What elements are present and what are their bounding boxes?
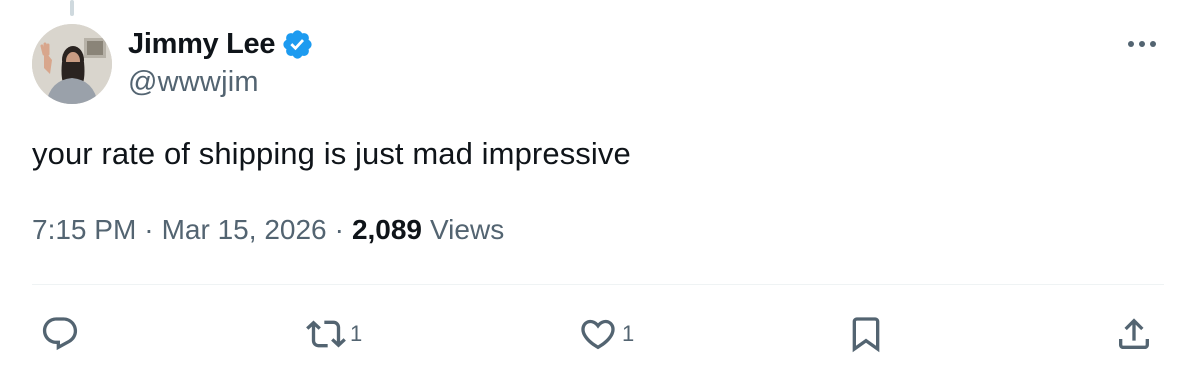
bookmark-icon — [852, 317, 880, 353]
meta-separator: · — [144, 214, 154, 245]
author-block: Jimmy Lee @wwwjim — [128, 24, 314, 99]
divider — [32, 284, 1164, 285]
reply-button[interactable] — [40, 306, 84, 362]
author-display-name[interactable]: Jimmy Lee — [128, 28, 276, 61]
like-icon — [581, 319, 615, 350]
author-handle[interactable]: @wwwjim — [128, 66, 314, 99]
avatar[interactable] — [32, 24, 112, 104]
thread-connector-line — [70, 0, 74, 16]
share-button[interactable] — [1114, 306, 1154, 362]
views-count[interactable]: 2,089 — [352, 214, 422, 246]
more-options-button[interactable] — [1124, 30, 1160, 58]
reply-icon — [42, 317, 78, 351]
like-count: 1 — [622, 321, 635, 346]
share-icon — [1119, 318, 1149, 349]
like-button[interactable]: 1 — [578, 306, 634, 362]
more-icon — [1128, 41, 1156, 47]
avatar-image — [32, 24, 112, 104]
bookmark-button[interactable] — [846, 306, 886, 362]
tweet-time[interactable]: 7:15 PM — [32, 214, 136, 246]
action-bar: 1 1 — [32, 306, 1164, 362]
tweet-text: your rate of shipping is just mad impres… — [32, 136, 631, 171]
repost-button[interactable]: 1 — [306, 306, 362, 362]
tweet-date[interactable]: Mar 15, 2026 — [162, 214, 327, 246]
tweet-metadata: 7:15 PM · Mar 15, 2026 · 2,089 Views — [32, 214, 504, 246]
verified-badge-icon[interactable] — [281, 28, 314, 61]
repost-icon — [306, 320, 346, 348]
meta-separator: · — [334, 214, 344, 245]
repost-count: 1 — [350, 321, 363, 346]
views-label[interactable]: Views — [430, 214, 504, 246]
author-name-row: Jimmy Lee — [128, 24, 314, 64]
